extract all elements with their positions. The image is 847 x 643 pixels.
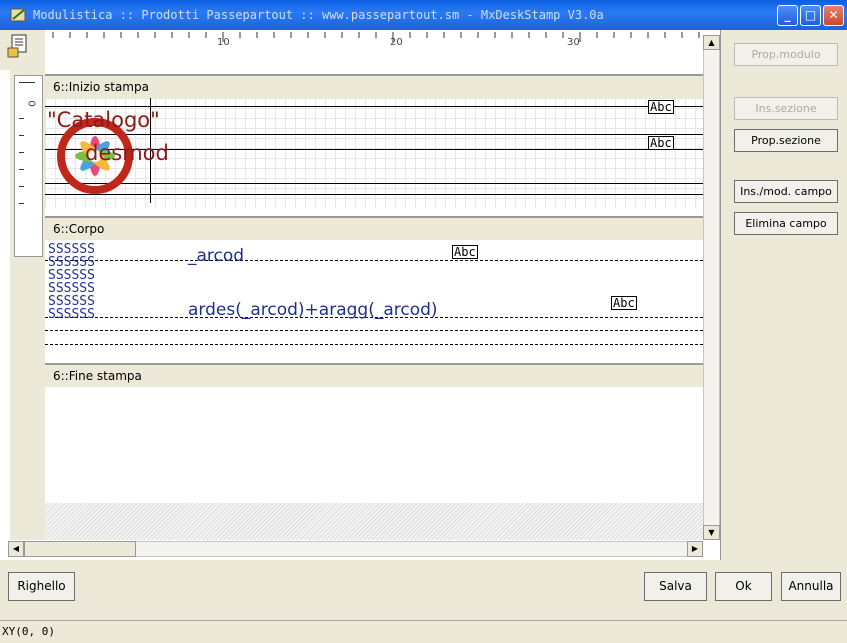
cursor-coordinates: XY(0, 0) [2,625,55,638]
field-ardes-aragg[interactable]: ardes(_arcod)+aragg(_arcod) [188,300,438,320]
section-header-corpo[interactable]: 6::Corpo [45,216,703,240]
ruler-corner [0,30,45,70]
text-field-abc[interactable]: Abc [452,245,478,259]
section-body-inizio[interactable]: "Catalogo" desmod Abc Abc [45,98,703,208]
ruler-mark-20: 20 [390,37,403,48]
annulla-button[interactable]: Annulla [781,572,841,601]
close-button[interactable]: ✕ [823,5,844,26]
text-field-abc[interactable]: Abc [611,296,637,310]
image-field-row: SSSSSS [48,307,95,322]
scroll-down-button[interactable]: ▼ [703,525,720,540]
elimina-campo-button[interactable]: Elimina campo [734,212,838,235]
scroll-left-button[interactable]: ◀ [8,541,24,557]
horizontal-scroll-thumb[interactable] [24,541,136,557]
image-field-placeholder[interactable]: SSSSSS SSSSSS SSSSSS SSSSSS SSSSSS SSSSS… [48,243,153,330]
vertical-ruler-scale: 0 [14,75,43,257]
salva-button[interactable]: Salva [644,572,707,601]
window-title: Modulistica :: Prodotti Passepartout :: … [33,8,604,22]
logo-text-catalogo[interactable]: "Catalogo" [47,108,160,132]
prop-modulo-button[interactable]: Prop.modulo [734,43,838,66]
empty-area-hatch [45,503,703,540]
logo-text-desmod[interactable]: desmod [85,141,169,165]
page-settings-icon[interactable] [6,34,32,60]
status-bar: XY(0, 0) [0,620,847,643]
ruler-mark-10: 10 [217,37,230,48]
ruler-left-mark-0: 0 [27,100,39,107]
section-header-inizio[interactable]: 6::Inizio stampa [45,74,703,98]
section-body-corpo[interactable]: SSSSSS SSSSSS SSSSSS SSSSSS SSSSSS SSSSS… [45,240,703,352]
text-field-abc[interactable]: Abc [648,136,674,150]
righello-button[interactable]: Righello [8,572,75,601]
field-arcod[interactable]: _arcod [188,246,244,266]
title-bar: Modulistica :: Prodotti Passepartout :: … [0,0,847,30]
app-icon [10,8,26,22]
section-body-fine[interactable] [45,387,703,503]
ok-button[interactable]: Ok [715,572,772,601]
text-field-abc[interactable]: Abc [648,100,674,114]
scroll-right-button[interactable]: ▶ [687,541,703,557]
horizontal-ruler: 10 20 30 [45,30,703,48]
section-header-fine[interactable]: 6::Fine stampa [45,363,703,387]
scroll-up-button[interactable]: ▲ [703,35,720,50]
ruler-mark-30: 30 [567,37,580,48]
ins-sezione-button[interactable]: Ins.sezione [734,97,838,120]
vertical-scrollbar[interactable] [703,35,720,540]
ins-mod-campo-button[interactable]: Ins./mod. campo [734,180,838,203]
ruler-ticks [52,32,700,42]
minimize-button[interactable]: _ [777,5,798,26]
prop-sezione-button[interactable]: Prop.sezione [734,129,838,152]
maximize-button[interactable]: □ [800,5,821,26]
